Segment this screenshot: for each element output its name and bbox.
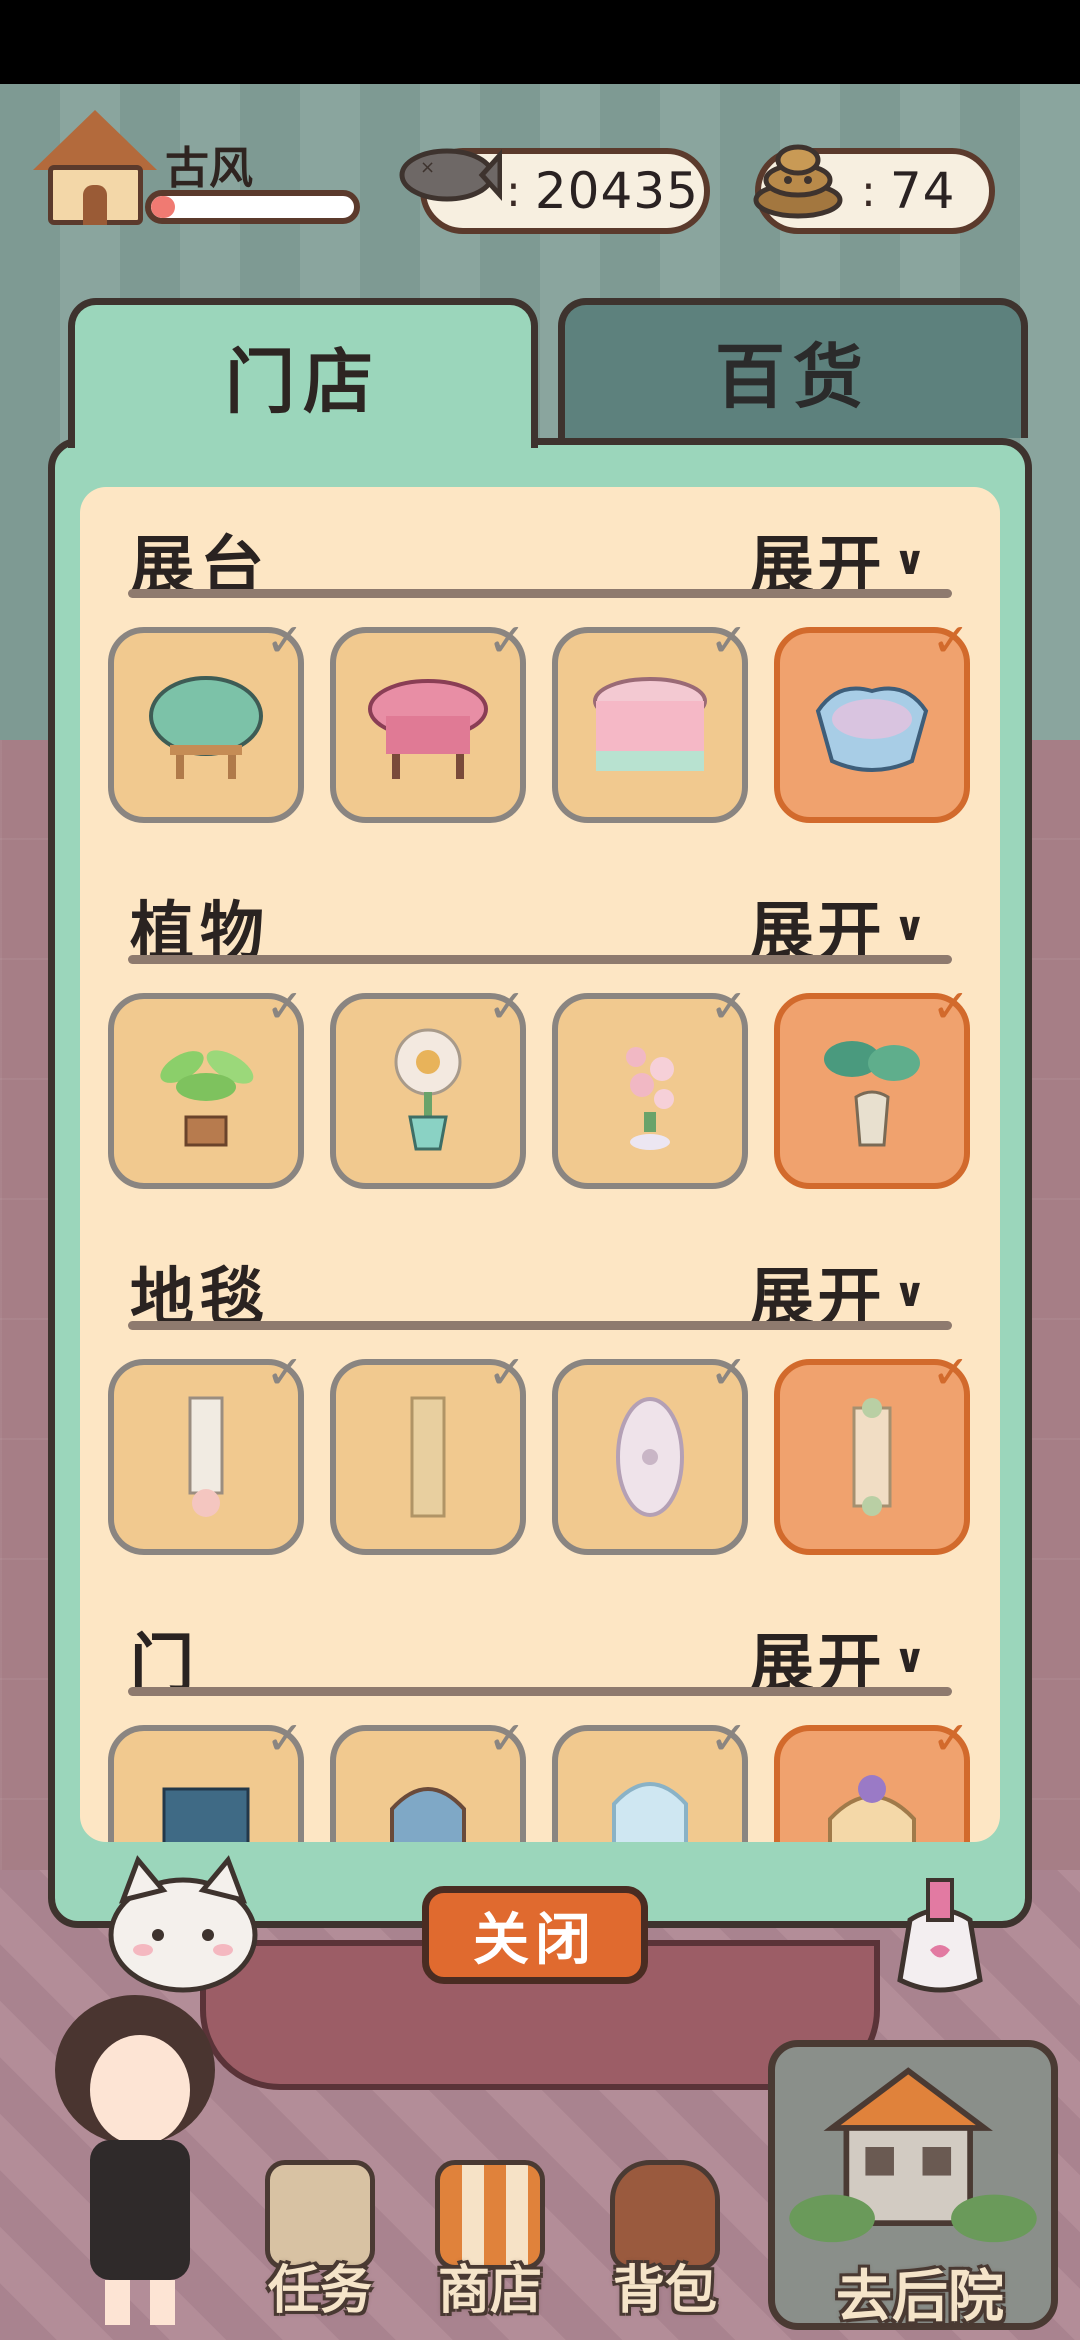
level-name: 古风 [165, 143, 253, 194]
check-icon: ✓ [487, 613, 526, 667]
section-plants: 植物 展开 ∨ ✓ ✓ ✓ ✓ [80, 853, 1000, 1219]
item-arched-curtain-door[interactable]: ✓ [330, 1711, 526, 1842]
item-rainbow-tablecloth-stand[interactable]: ✓ [552, 613, 748, 823]
item-monstera-vase[interactable]: ✓ [774, 979, 970, 1189]
divider [128, 1321, 952, 1330]
check-icon: ✓ [931, 1345, 970, 1399]
cat-mascot-icon [108, 1855, 258, 1993]
item-potted-leaf-plant[interactable]: ✓ [108, 979, 304, 1189]
chevron-down-icon: ∨ [893, 538, 930, 584]
item-glass-arch-door[interactable]: ✓ [552, 1711, 748, 1842]
item-paw-runner-rug[interactable]: ✓ [108, 1345, 304, 1555]
shopkeeper-character[interactable] [30, 1990, 240, 2330]
item-green-cushion-stand[interactable]: ✓ [108, 613, 304, 823]
item-blue-patterned-door[interactable]: ✓ [108, 1711, 304, 1842]
check-icon: ✓ [265, 1711, 304, 1765]
poop-icon [753, 144, 843, 219]
check-icon: ✓ [931, 1711, 970, 1765]
divider [128, 589, 952, 598]
close-button[interactable]: 关闭 [422, 1886, 648, 1984]
check-icon: ✓ [265, 613, 304, 667]
fish-icon: × [399, 148, 502, 202]
check-icon: ✓ [709, 1711, 748, 1765]
level-progress-fill [151, 196, 176, 218]
shop-button[interactable]: 商店 [415, 2160, 565, 2321]
check-icon: ✓ [487, 979, 526, 1033]
check-icon: ✓ [487, 1711, 526, 1765]
item-rose-bouquet-vase[interactable]: ✓ [552, 979, 748, 1189]
tab-store[interactable]: 门店 [68, 298, 538, 448]
potion-bottle-icon[interactable] [880, 1860, 1000, 2000]
backpack-button[interactable]: 背包 [590, 2160, 740, 2321]
decoration-list[interactable]: 展台 展开 ∨ ✓ ✓ ✓ ✓ 植物 展开 ∨ ✓ ✓ ✓ ✓ 地毯 展开 ∨ … [80, 487, 1000, 1842]
divider [128, 1687, 952, 1696]
check-icon: ✓ [709, 1345, 748, 1399]
item-oval-cat-rug[interactable]: ✓ [552, 1345, 748, 1555]
item-pink-quilted-stand[interactable]: ✓ [330, 613, 526, 823]
divider [128, 955, 952, 964]
tasks-button[interactable]: 任务 [245, 2160, 395, 2321]
item-beige-runner-rug[interactable]: ✓ [330, 1345, 526, 1555]
check-icon: ✓ [265, 979, 304, 1033]
item-ornate-runner-rug[interactable]: ✓ [774, 1345, 970, 1555]
item-flower-arch-door[interactable]: ✓ [774, 1711, 970, 1842]
poop-count: 74 [889, 162, 956, 220]
check-icon: ✓ [931, 979, 970, 1033]
svg-text:×: × [420, 157, 435, 178]
tab-department[interactable]: 百货 [558, 298, 1028, 438]
chevron-down-icon: ∨ [893, 1636, 930, 1682]
section-display-stand: 展台 展开 ∨ ✓ ✓ ✓ ✓ [80, 487, 1000, 853]
section-rugs: 地毯 展开 ∨ ✓ ✓ ✓ ✓ [80, 1219, 1000, 1585]
check-icon: ✓ [931, 613, 970, 667]
level-progress-bar [145, 190, 360, 224]
fish-count: 20435 [534, 162, 699, 220]
check-icon: ✓ [709, 979, 748, 1033]
backyard-button[interactable]: 去后院 [768, 2040, 1058, 2330]
item-blue-scalloped-stand[interactable]: ✓ [774, 613, 970, 823]
check-icon: ✓ [709, 613, 748, 667]
section-doors: 门 展开 ∨ ✓ ✓ ✓ ✓ [80, 1585, 1000, 1842]
check-icon: ✓ [487, 1345, 526, 1399]
chevron-down-icon: ∨ [893, 1270, 930, 1316]
item-daisy-flower-vase[interactable]: ✓ [330, 979, 526, 1189]
check-icon: ✓ [265, 1345, 304, 1399]
chevron-down-icon: ∨ [893, 904, 930, 950]
house-level-icon[interactable] [28, 110, 158, 230]
backyard-house-icon [789, 2067, 1037, 2243]
status-bar [0, 0, 1080, 84]
